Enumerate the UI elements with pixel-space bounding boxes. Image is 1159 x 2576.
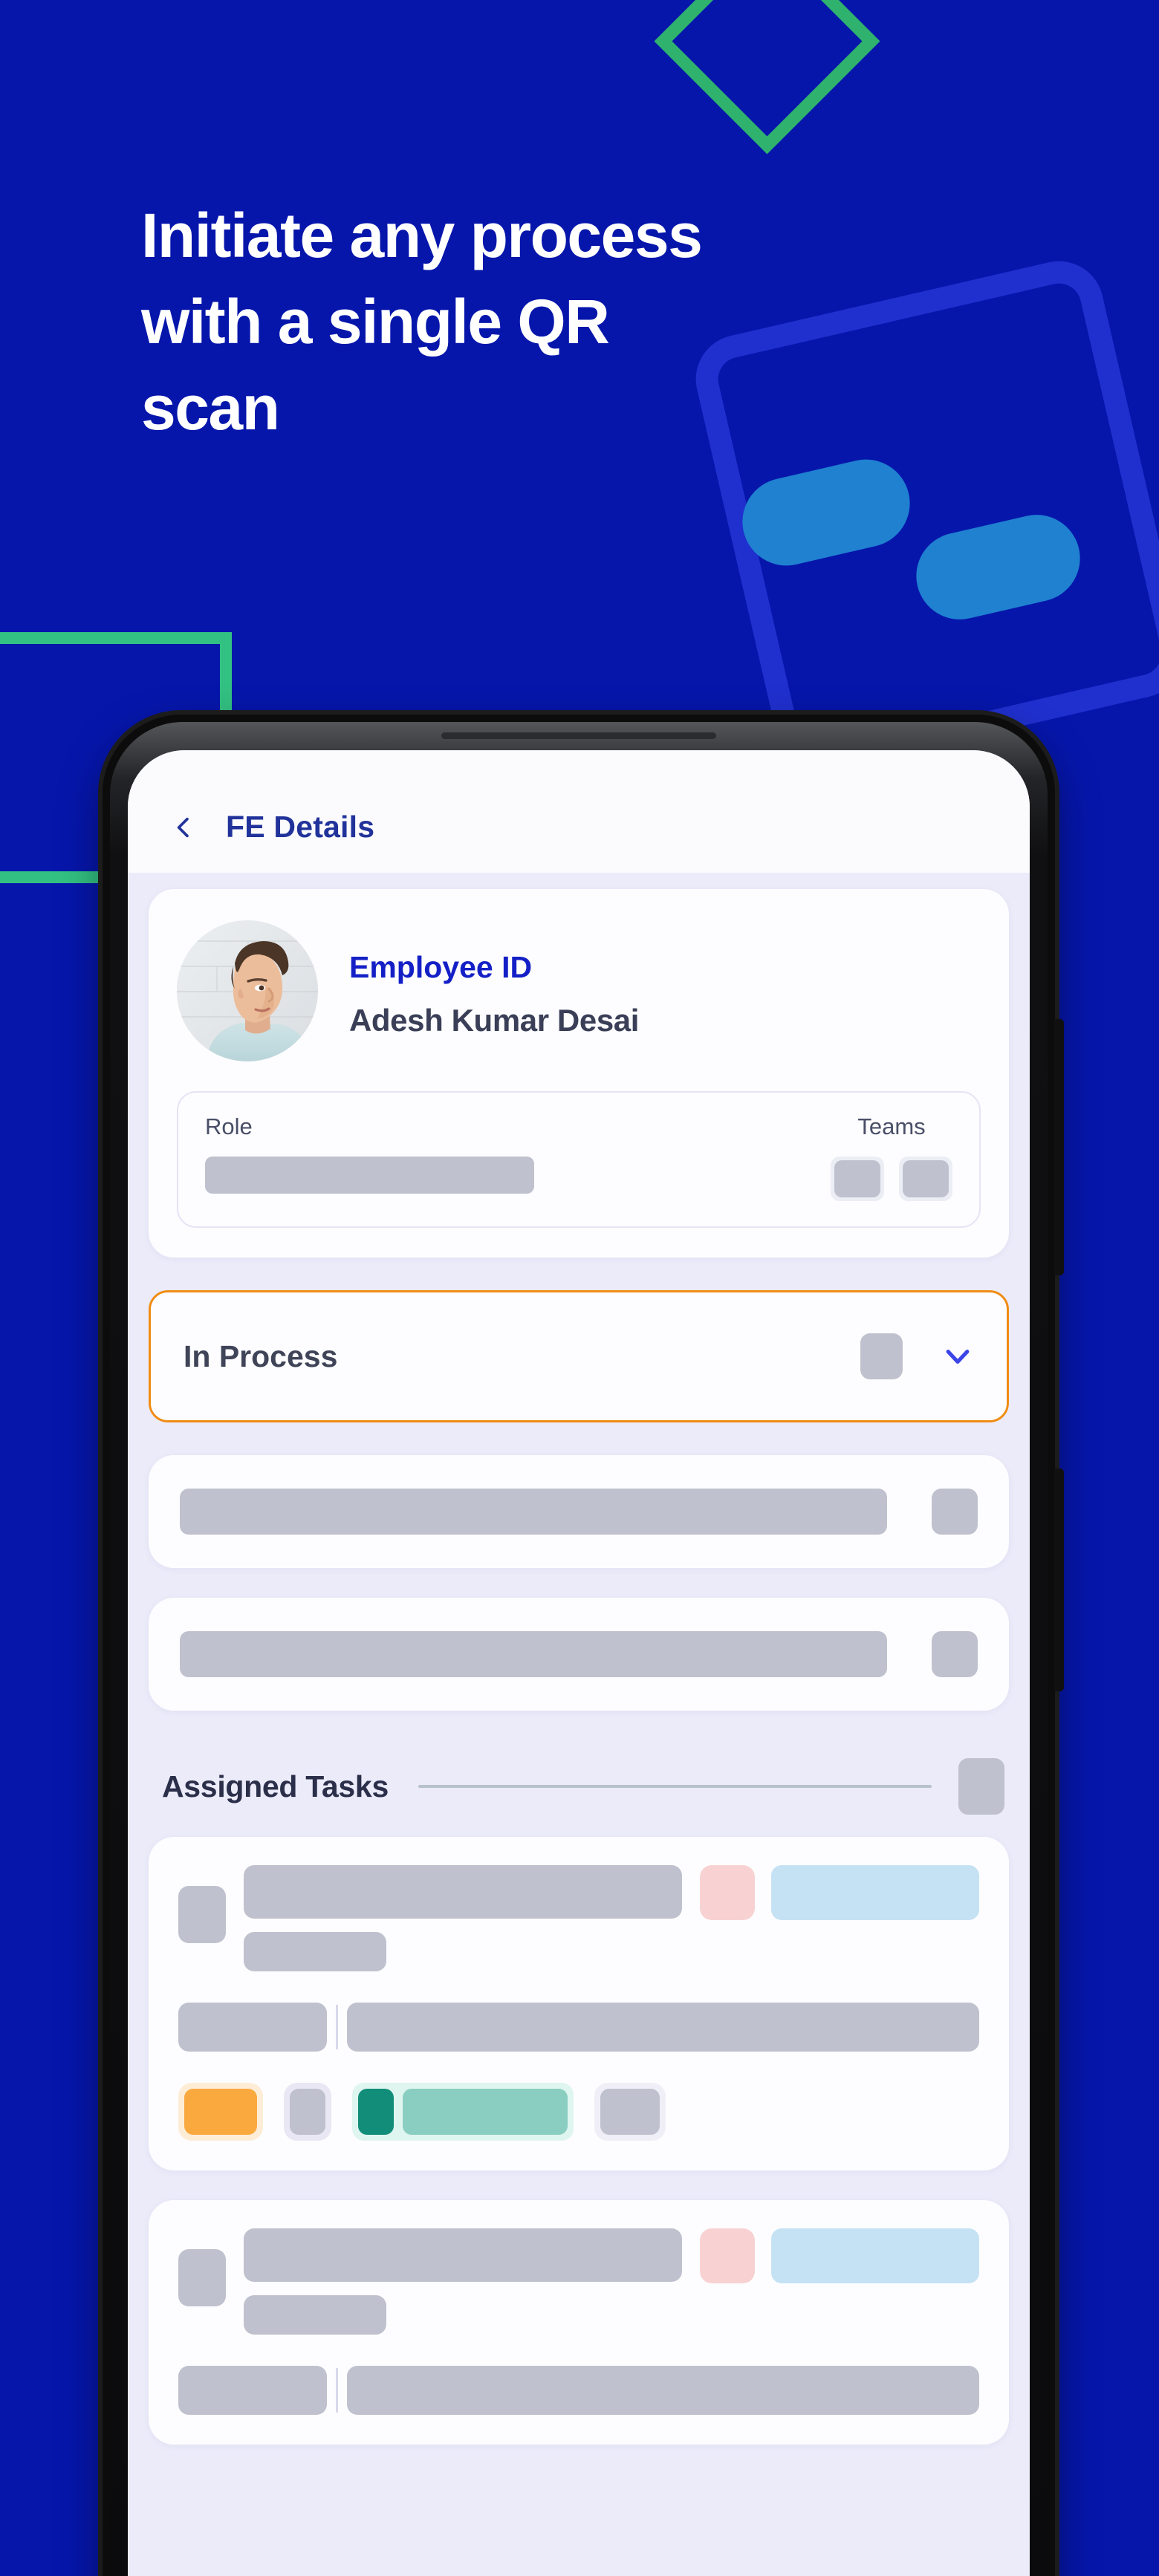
task-title-block <box>244 2228 682 2335</box>
app-header: FE Details <box>128 750 1030 873</box>
headline-line-1: Initiate any process <box>141 201 703 270</box>
phone-side-button-power[interactable] <box>1054 1468 1064 1691</box>
section-divider <box>418 1785 932 1788</box>
skeleton-square <box>932 1631 978 1677</box>
assigned-tasks-header: Assigned Tasks <box>149 1740 1009 1837</box>
promo-headline: Initiate any process with a single QR sc… <box>141 204 1055 463</box>
task-action-teal-wrap[interactable] <box>352 2083 574 2141</box>
team-chip-1 <box>834 1160 880 1197</box>
status-label: In Process <box>184 1339 338 1373</box>
phone-screen: FE Details Employee ID Adesh Kumar Desai… <box>128 750 1030 2576</box>
team-chip-wrap-2 <box>899 1157 952 1201</box>
profile-text-block: Employee ID Adesh Kumar Desai <box>349 944 639 1038</box>
team-chip-wrap-1 <box>831 1157 884 1201</box>
task-meta-divider <box>336 2005 338 2049</box>
role-teams-box: Role Teams <box>177 1091 981 1228</box>
skeleton-bar <box>180 1489 887 1535</box>
task-action-orange <box>184 2089 257 2135</box>
employee-name: Adesh Kumar Desai <box>349 1002 640 1038</box>
task-card[interactable] <box>149 2200 1009 2445</box>
task-action-grey-wrap[interactable] <box>284 2083 331 2141</box>
employee-id-label: Employee ID <box>349 949 533 984</box>
task-meta-placeholder-b <box>347 2003 979 2052</box>
task-icon-placeholder <box>178 1886 226 1943</box>
task-meta-placeholder-a <box>178 2366 327 2415</box>
task-action-plain <box>600 2089 660 2135</box>
task-row-primary <box>178 2228 979 2335</box>
task-row-meta <box>178 2003 979 2052</box>
task-card[interactable] <box>149 1837 1009 2170</box>
skeleton-bar <box>180 1631 887 1677</box>
task-row-actions <box>178 2083 979 2141</box>
task-row-primary <box>178 1865 979 1971</box>
profile-header-row: Employee ID Adesh Kumar Desai <box>177 920 981 1061</box>
promo-screenshot: Initiate any process with a single QR sc… <box>0 0 1159 2576</box>
task-title-block <box>244 1865 682 1971</box>
teams-column: Teams <box>831 1113 952 1201</box>
skeleton-row-1[interactable] <box>149 1455 1009 1568</box>
chevron-down-icon[interactable] <box>941 1340 974 1373</box>
phone-mockup: FE Details Employee ID Adesh Kumar Desai… <box>103 715 1064 2576</box>
headline-line-2: with a single QR <box>141 287 610 357</box>
task-status-chip <box>771 1865 979 1920</box>
status-dropdown[interactable]: In Process <box>149 1290 1009 1422</box>
role-value-placeholder <box>205 1157 534 1194</box>
skeleton-square <box>932 1489 978 1535</box>
employee-profile-card: Employee ID Adesh Kumar Desai Role Teams <box>149 889 1009 1258</box>
status-badge-placeholder <box>860 1333 903 1379</box>
section-action-placeholder[interactable] <box>958 1758 1004 1815</box>
task-row-meta <box>178 2366 979 2415</box>
diamond-outline-decoration <box>654 0 880 155</box>
skeleton-row-2[interactable] <box>149 1598 1009 1711</box>
task-meta-placeholder-a <box>178 2003 327 2052</box>
role-label: Role <box>205 1113 253 1139</box>
task-subtitle-placeholder <box>244 1932 386 1971</box>
task-priority-chip <box>700 1865 755 1920</box>
chevron-left-icon[interactable] <box>171 815 196 840</box>
avatar <box>177 920 318 1061</box>
teams-label: Teams <box>857 1113 926 1139</box>
task-action-teal-label <box>403 2089 568 2135</box>
task-subtitle-placeholder <box>244 2295 386 2335</box>
task-icon-placeholder <box>178 2249 226 2306</box>
task-title-placeholder <box>244 1865 682 1919</box>
avatar-photo <box>177 920 318 1061</box>
task-action-grey <box>290 2089 325 2135</box>
teams-chip-group <box>831 1157 952 1201</box>
page-title: FE Details <box>226 810 375 844</box>
task-action-plain-wrap[interactable] <box>594 2083 666 2141</box>
task-action-teal-icon <box>358 2089 394 2135</box>
task-status-chip <box>771 2228 979 2283</box>
task-title-placeholder <box>244 2228 682 2282</box>
task-meta-divider <box>336 2368 338 2413</box>
task-meta-placeholder-b <box>347 2366 979 2415</box>
task-priority-chip <box>700 2228 755 2283</box>
phone-side-button-volume[interactable] <box>1054 1019 1064 1275</box>
role-column: Role <box>205 1113 831 1194</box>
task-action-orange-wrap[interactable] <box>178 2083 263 2141</box>
section-title: Assigned Tasks <box>162 1769 389 1803</box>
headline-line-3: scan <box>141 373 280 443</box>
team-chip-2 <box>903 1160 949 1197</box>
app-content: Employee ID Adesh Kumar Desai Role Teams <box>128 873 1030 2576</box>
phone-speaker-slot <box>441 732 716 739</box>
